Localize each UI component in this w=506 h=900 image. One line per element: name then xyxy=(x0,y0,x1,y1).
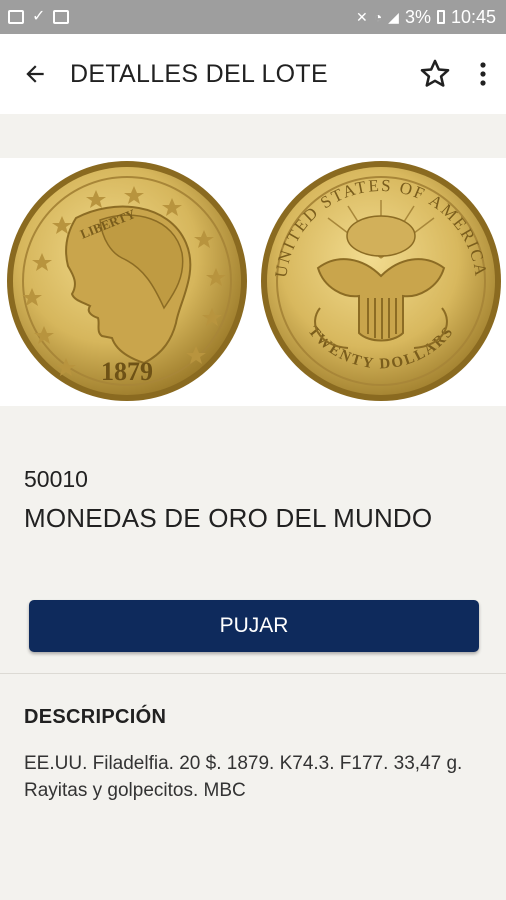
battery-icon xyxy=(436,10,445,24)
status-bar: ✓ ✕ ◔ ◢ 3% 10:45 xyxy=(0,0,506,34)
section-divider xyxy=(0,673,506,674)
mute-icon: ✕ xyxy=(355,9,368,25)
battery-percent: 3% xyxy=(404,6,431,27)
star-outline-icon xyxy=(420,59,450,87)
status-bar-notifications: ✓ xyxy=(8,8,70,25)
description-heading: DESCRIPCIÓN xyxy=(24,706,167,728)
notification-image-icon xyxy=(53,10,70,24)
coin-reverse-image: UNITED STATES OF AMERICA TWENTY DOLLARS xyxy=(261,161,501,401)
clock: 10:45 xyxy=(450,6,496,27)
coin-obverse-image: LIBERTY 1879 xyxy=(7,161,247,401)
lot-image[interactable]: LIBERTY 1879 UNITED STATES OF AMERICA TW… xyxy=(0,158,506,406)
wifi-icon: ◔ xyxy=(373,9,383,25)
lot-title: MONEDAS DE ORO DEL MUNDO xyxy=(24,503,433,533)
notification-check-icon: ✓ xyxy=(32,8,46,25)
description-text: EE.UU. Filadelfia. 20 $. 1879. K74.3. F1… xyxy=(24,753,463,801)
more-options-button[interactable] xyxy=(460,34,506,114)
page-title: DETALLES DEL LOTE xyxy=(70,59,328,88)
more-vert-icon xyxy=(480,62,486,86)
app-bar: DETALLES DEL LOTE xyxy=(0,34,506,114)
coin-obverse-year: 1879 xyxy=(101,357,153,386)
status-bar-system: ✕ ◔ ◢ 3% 10:45 xyxy=(356,7,496,28)
notification-screenshot-icon xyxy=(8,10,24,24)
bid-button[interactable]: PUJAR xyxy=(29,600,479,652)
lot-number: 50010 xyxy=(24,466,88,492)
favorite-button[interactable] xyxy=(410,34,460,114)
back-arrow-icon xyxy=(26,65,44,83)
signal-icon: ◢ xyxy=(388,9,399,25)
back-button[interactable] xyxy=(0,34,70,114)
